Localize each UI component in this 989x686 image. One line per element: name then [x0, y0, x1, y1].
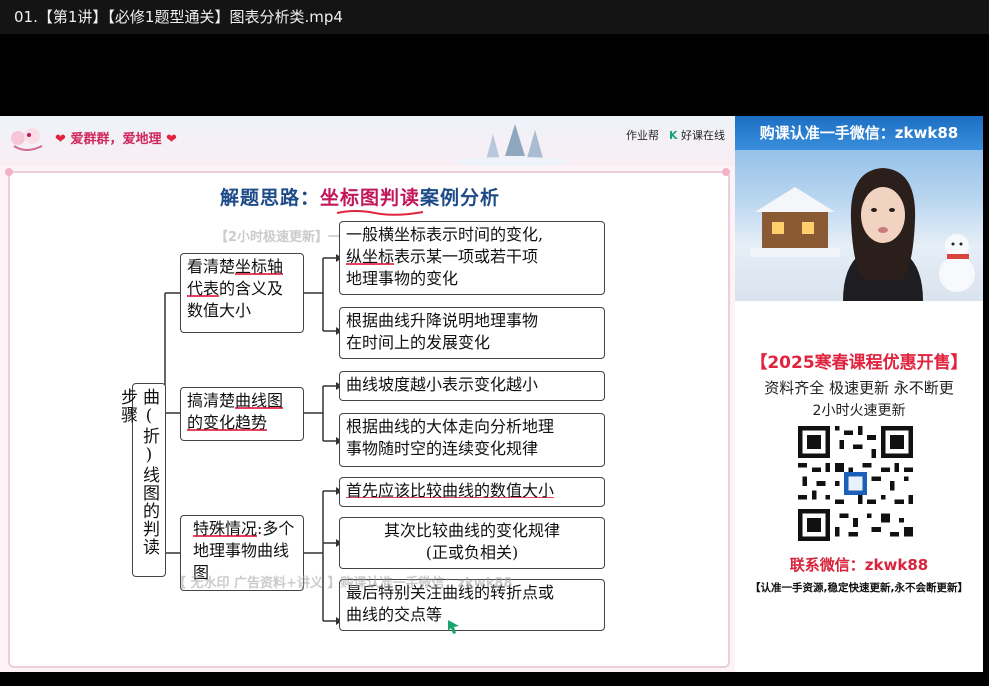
contact-wechat: 联系微信：zkwk88	[789, 556, 929, 574]
zuoyebang-logo: 作业帮	[625, 129, 659, 142]
root-box: 曲(折)线图的判读步骤	[117, 383, 166, 577]
cartoon-logo-icon	[11, 128, 43, 151]
detail-box-axis-meaning: 一般横坐标表示时间的变化, 纵坐标表示某一项或若干项 地理事物的变化	[339, 221, 605, 295]
header-slogan: ❤ 爱群群，爱地理 ❤	[55, 128, 177, 147]
video-letterbox-top	[0, 34, 989, 116]
slide-content-frame: 解题思路：坐标图判读案例分析 【2小时极速更新】一v 曲(折)线图的判读步骤 看…	[5, 168, 730, 668]
promo-title: 【2025寒春课程优惠开售】	[750, 353, 968, 373]
pen-cursor-icon	[448, 620, 459, 634]
lecture-slide: ❤ 爱群群，爱地理 ❤ 作业帮 K 好课在线 解题思路：坐标图判读案例分析 【2…	[0, 116, 735, 672]
detail-box-compare-patterns: 其次比较曲线的变化规律 (正或负相关)	[339, 517, 605, 569]
promo-update-speed: 2小时火速更新	[812, 403, 906, 419]
window-title: 01.【第1讲】【必修1题型通关】图表分析类.mp4	[0, 0, 989, 34]
detail-box-compare-values: 首先应该比较曲线的数值大小	[339, 477, 605, 507]
step-box-axis: 看清楚坐标轴代表的含义及数值大小	[180, 253, 304, 333]
video-letterbox-right	[983, 116, 989, 672]
heart-icon: ❤	[165, 132, 177, 147]
video-banner: 购课认准一手微信：zkwk88	[735, 116, 983, 150]
presenter-video: 购课认准一手微信：zkwk88	[735, 116, 983, 301]
detail-box-slope: 曲线坡度越小表示变化越小	[339, 371, 605, 401]
right-sidebar: 购课认准一手微信：zkwk88 【2025寒春课程优惠开售】 资料齐全 极速更新	[735, 116, 983, 672]
partner-logos: 作业帮 K 好课在线	[626, 127, 725, 143]
contact-note: 【认准一手资源,稳定快速更新,永不会断更新】	[750, 582, 968, 594]
step-box-trend: 搞清楚曲线图的变化趋势	[180, 387, 304, 441]
qr-code	[798, 426, 913, 541]
haoke-logo: K 好课在线	[668, 129, 725, 142]
detail-box-general-trend: 根据曲线的大体走向分析地理 事物随时空的连续变化规律	[339, 413, 605, 467]
detail-box-curve-rise-fall: 根据曲线升降说明地理事物 在时间上的发展变化	[339, 307, 605, 359]
slogan-text: 爱群群，爱地理	[70, 132, 162, 147]
snow-trees-decoration	[455, 124, 565, 166]
video-letterbox-bottom	[0, 672, 989, 686]
presenter-avatar	[843, 168, 923, 301]
heart-icon: ❤	[55, 132, 66, 147]
slide-header: ❤ 爱群群，爱地理 ❤ 作业帮 K 好课在线	[0, 116, 735, 166]
snowman-decoration	[939, 234, 975, 292]
promo-features: 资料齐全 极速更新 永不断更	[764, 379, 954, 397]
watermark-bottom: 【 无水印 广告资料+讲义 】购课认准一手微信：zkwk88	[173, 576, 513, 591]
promo-section: 【2025寒春课程优惠开售】 资料齐全 极速更新 永不断更 2小时火速更新	[735, 348, 983, 420]
